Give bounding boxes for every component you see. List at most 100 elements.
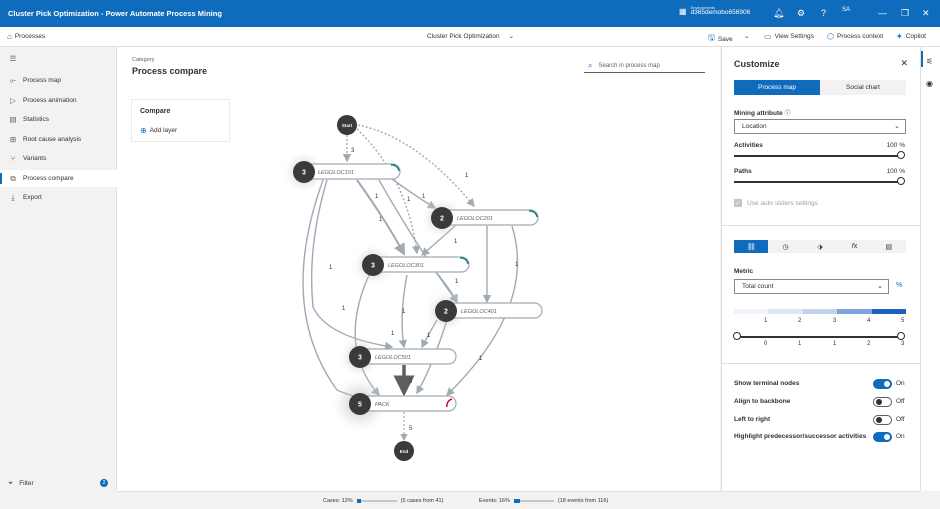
info-icon[interactable]: ⓘ (785, 111, 791, 117)
edge-label: 1 (391, 331, 395, 337)
minimize-icon[interactable]: — (878, 8, 887, 18)
variants-icon: ⑂ (10, 154, 16, 163)
paths-slider[interactable] (734, 181, 902, 183)
activity-node-legoloc501[interactable]: 3 LEGOLOC501 (338, 335, 457, 379)
processes-link[interactable]: ⌂ Processes (7, 32, 45, 41)
align-to-backbone-row: Align to backbone Off (734, 396, 912, 408)
tab-social-chart[interactable]: Social chart (820, 80, 906, 95)
range-slider[interactable] (734, 336, 902, 338)
save-button[interactable]: 🖫 Save (708, 32, 733, 46)
highlight-activities-toggle[interactable] (873, 432, 892, 442)
percent-toggle[interactable]: % (896, 282, 902, 289)
left-to-right-toggle[interactable] (873, 415, 892, 425)
node-count: 2 (444, 309, 448, 316)
view-settings-label: View Settings (774, 33, 814, 40)
sidebar-item-label: Export (23, 194, 42, 201)
toggle-label: Align to backbone (734, 398, 791, 405)
edge-label: 1 (465, 173, 469, 179)
add-layer-button[interactable]: ⊕ Add layer (140, 126, 177, 135)
sidebar-item-statistics[interactable]: ▤ Statistics (0, 111, 117, 128)
hamburger-button[interactable]: ☰ (0, 51, 117, 65)
function-tab-icon[interactable]: 𝑓x (837, 240, 871, 253)
sidebar-item-variants[interactable]: ⑂ Variants (0, 150, 117, 167)
activities-label: Activities (734, 142, 763, 149)
activities-slider-handle[interactable] (897, 151, 905, 159)
bell-icon[interactable]: 🔔︎ (773, 8, 784, 19)
sidebar-item-process-compare[interactable]: ⧉ Process compare (0, 170, 117, 187)
toggle-label: Left to right (734, 416, 771, 423)
view-settings-button[interactable]: ▭ View Settings (764, 32, 814, 41)
frequency-tab-icon[interactable]: ⛓ (734, 240, 769, 253)
range-slider-min-handle[interactable] (733, 332, 741, 340)
status-bar: Cases: 12% (5 cases from 41) Events: 16%… (117, 491, 920, 509)
align-to-backbone-toggle[interactable] (873, 397, 892, 407)
activity-node-pack[interactable]: 5 PACK (330, 374, 457, 434)
home-icon: ⌂ (7, 32, 12, 41)
close-icon[interactable]: ✕ (922, 8, 930, 19)
process-context-label: Process context (836, 33, 884, 40)
time-tab-icon[interactable]: ◷ (768, 240, 802, 253)
paths-slider-handle[interactable] (897, 177, 905, 185)
sidebar-item-export[interactable]: ⤓ Export (0, 189, 117, 206)
process-context-button[interactable]: ⬡ Process context (827, 32, 883, 41)
process-title-dropdown[interactable]: Cluster Pick Optimization ⌄ (427, 32, 514, 41)
left-to-right-row: Left to right Off (734, 414, 912, 426)
table-tab-icon[interactable]: ▤ (872, 240, 906, 253)
copilot-button[interactable]: ✦ Copilot (896, 32, 926, 41)
mining-attribute-value: Location (742, 123, 767, 130)
mining-attribute-select[interactable]: Location ⌄ (734, 119, 906, 134)
toggle-state: On (896, 433, 905, 440)
activity-node-legoloc201[interactable]: 2 LEGOLOC201 (420, 196, 539, 240)
edge-label: 3 (409, 379, 413, 385)
search-input[interactable]: ⌕ Search in process map (584, 59, 705, 73)
end-node[interactable]: End (394, 441, 414, 461)
filter-icon: ⏷ (8, 479, 14, 487)
show-terminal-nodes-toggle[interactable] (873, 379, 892, 389)
environment-picker[interactable]: ▦ Environments d365demobo656906 (679, 6, 750, 17)
metric-select[interactable]: Total count ⌄ (734, 279, 889, 294)
sidebar-item-process-map[interactable]: ⟜ Process map (0, 72, 117, 89)
activity-node-legoloc301[interactable]: 3 LEGOLOC301 (351, 243, 470, 287)
compare-title: Compare (140, 108, 171, 115)
customize-icon[interactable]: ⚟ (926, 57, 933, 66)
sidebar-item-label: Process compare (23, 175, 74, 182)
range-slider-max-handle[interactable] (897, 332, 905, 340)
node-count: 3 (302, 170, 306, 177)
edge-label: 1 (407, 197, 411, 203)
node-count: 5 (358, 402, 362, 409)
restore-icon[interactable]: ❐ (901, 8, 909, 19)
start-node[interactable]: Start (337, 115, 357, 135)
help-icon[interactable]: ? (821, 8, 826, 18)
sidebar-item-process-animation[interactable]: ▷ Process animation (0, 92, 117, 109)
activity-node-legoloc401[interactable]: 2 LEGOLOC401 (424, 289, 543, 333)
close-icon[interactable]: ✕ (900, 58, 908, 69)
node-count: 3 (371, 263, 375, 270)
save-options-button[interactable]: ⌄ (744, 32, 749, 40)
metric-type-tabs: ⛓ ◷ ⬗ 𝑓x ▤ (734, 240, 906, 253)
events-label: Events: 16% (479, 498, 510, 504)
node-count: 3 (358, 355, 362, 362)
insights-icon[interactable]: ◉ (926, 79, 933, 88)
avatar[interactable]: SA (842, 7, 850, 13)
scale-bottom-label: 1 (798, 341, 802, 347)
activities-slider[interactable] (734, 155, 902, 157)
filter-button[interactable]: ⏷ Filter 2 (0, 476, 117, 491)
active-indicator (921, 51, 923, 67)
edge-label: 1 (375, 194, 379, 200)
sidebar-item-label: Process map (23, 77, 61, 84)
auto-sliders-label: Use auto sliders settings (747, 199, 818, 207)
auto-sliders-checkbox[interactable]: ✓ Use auto sliders settings (734, 199, 818, 207)
activity-node-legoloc101[interactable]: 3 LEGOLOC101 (282, 150, 401, 194)
sidebar-item-root-cause-analysis[interactable]: ⊞ Root cause analysis (0, 131, 117, 148)
edge-label: 1 (515, 262, 519, 268)
cases-detail: (5 cases from 41) (400, 498, 444, 504)
right-rail: ⚟ ◉ (920, 47, 940, 491)
gear-icon[interactable]: ⚙ (797, 8, 805, 19)
checkmark-icon: ✓ (734, 199, 742, 207)
tab-process-map[interactable]: Process map (734, 80, 820, 95)
scale-top-label: 3 (833, 318, 837, 324)
divider (722, 363, 921, 364)
left-navigation: ☰ ⟜ Process map ▷ Process animation ▤ St… (0, 47, 117, 491)
cost-tab-icon[interactable]: ⬗ (803, 240, 837, 253)
scale-bottom-label: 1 (833, 341, 837, 347)
